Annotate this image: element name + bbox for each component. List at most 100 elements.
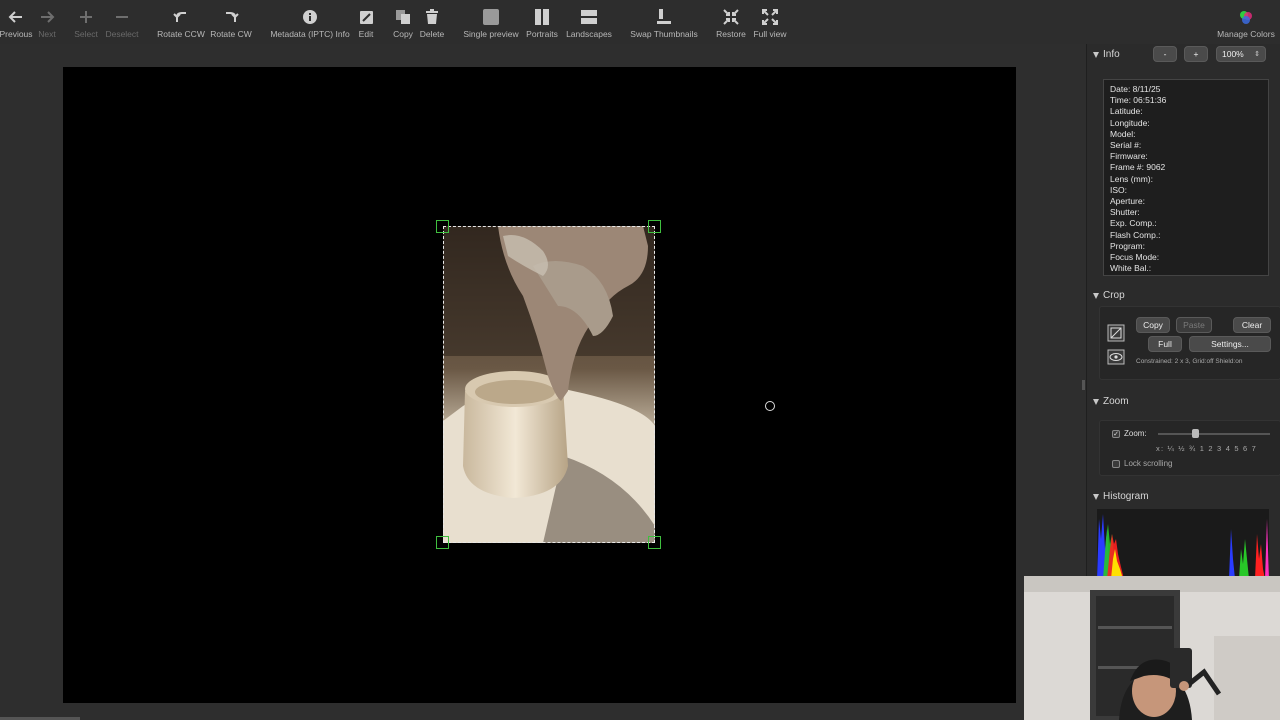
swap-thumbnails-button[interactable]: Swap Thumbnails [628, 6, 700, 42]
crop-handle-bottom-right[interactable] [648, 536, 661, 549]
rotate-cw-icon [226, 12, 239, 22]
copy-label: Copy [393, 29, 413, 39]
copy-button[interactable]: Copy [391, 6, 415, 42]
select-button[interactable]: Select [72, 6, 100, 42]
full-view-label: Full view [753, 29, 787, 39]
zoom-title: Zoom [1103, 396, 1129, 407]
metadata-info-button[interactable]: Metadata (IPTC) Info [268, 6, 352, 42]
arrow-left-icon [8, 11, 22, 23]
crop-section-header[interactable]: Crop [1093, 290, 1125, 301]
landscapes-icon [581, 10, 597, 24]
manage-colors-label: Manage Colors [1217, 29, 1275, 39]
arrow-right-icon [41, 11, 55, 23]
crop-panel: Copy Paste Clear Full Settings... Constr… [1099, 306, 1280, 380]
previous-button[interactable]: Previous [0, 6, 33, 42]
rotate-cw-button[interactable]: Rotate CW [209, 6, 253, 42]
swap-thumbnails-label: Swap Thumbnails [630, 29, 698, 39]
deselect-button[interactable]: Deselect [103, 6, 141, 42]
crop-full-button[interactable]: Full [1148, 336, 1182, 352]
histogram-graph [1097, 509, 1269, 579]
info-line: Focus Mode: [1110, 252, 1160, 263]
crop-frame[interactable] [443, 226, 655, 543]
info-line: Firmware: [1110, 151, 1148, 162]
info-line: Lens (mm): [1110, 173, 1153, 184]
manage-colors-button[interactable]: Manage Colors [1214, 6, 1278, 42]
info-section-header[interactable]: Info [1093, 49, 1120, 60]
eye-icon[interactable] [1107, 349, 1125, 365]
portraits-label: Portraits [526, 29, 558, 39]
zoom-slider-track[interactable] [1158, 433, 1270, 435]
color-wheel-icon [1240, 11, 1252, 24]
delete-button[interactable]: Delete [418, 6, 446, 42]
info-line: Longitude: [1110, 117, 1150, 128]
crop-copy-button[interactable]: Copy [1136, 317, 1170, 333]
crop-paste-button[interactable]: Paste [1176, 317, 1212, 333]
histogram-image [1097, 514, 1269, 579]
portraits-button[interactable]: Portraits [524, 6, 560, 42]
info-line: Latitude: [1110, 106, 1143, 117]
info-line: ISO: [1110, 184, 1128, 195]
crop-toggle-icon[interactable] [1107, 324, 1125, 342]
webcam-overlay [1024, 576, 1280, 720]
info-line: Flash Comp.: [1110, 229, 1161, 240]
single-preview-button[interactable]: Single preview [462, 6, 520, 42]
panel-splitter[interactable] [1082, 380, 1085, 390]
info-line: Frame #: 9062 [1110, 162, 1166, 173]
chevron-updown-icon: ⇕ [1254, 51, 1260, 58]
zoom-scale-labels: x: ¼ ½ ¾ 1 2 3 4 5 6 7 [1156, 444, 1258, 453]
zoom-checkbox[interactable]: ✓ [1112, 430, 1120, 438]
info-line: Serial #: [1110, 140, 1142, 151]
restore-icon [723, 9, 739, 25]
crop-handle-bottom-left[interactable] [436, 536, 449, 549]
zoom-in-button[interactable]: + [1184, 46, 1208, 62]
crop-status-text: Constrained: 2 x 3, Grid:off Shield:on [1136, 358, 1243, 365]
portraits-icon [535, 9, 549, 25]
zoom-label: Zoom: [1124, 429, 1147, 438]
full-view-button[interactable]: Full view [751, 6, 789, 42]
zoom-percent-select[interactable]: 100% ⇕ [1216, 46, 1266, 62]
crop-clear-button[interactable]: Clear [1233, 317, 1271, 333]
disclosure-triangle-icon [1093, 292, 1099, 299]
crop-settings-button[interactable]: Settings... [1189, 336, 1271, 352]
info-line: Shutter: [1110, 207, 1140, 218]
crop-handle-top-left[interactable] [436, 220, 449, 233]
info-icon [303, 10, 317, 24]
histogram-title: Histogram [1103, 491, 1149, 502]
edit-icon [359, 10, 373, 24]
lock-scrolling-checkbox[interactable] [1112, 460, 1120, 468]
next-label: Next [38, 29, 56, 39]
info-line: Program: [1110, 240, 1145, 251]
minus-icon [116, 16, 128, 18]
edit-label: Edit [358, 29, 374, 39]
mouse-cursor-icon [765, 401, 775, 411]
rotate-ccw-icon [173, 12, 186, 22]
landscapes-label: Landscapes [566, 29, 612, 39]
zoom-section-header[interactable]: Zoom [1093, 396, 1129, 407]
crop-handle-top-right[interactable] [648, 220, 661, 233]
deselect-label: Deselect [105, 29, 139, 39]
restore-button[interactable]: Restore [715, 6, 747, 42]
copy-icon [396, 10, 410, 24]
image-canvas[interactable] [63, 67, 1016, 703]
plus-icon [80, 11, 92, 23]
zoom-slider-thumb[interactable] [1192, 429, 1199, 438]
info-line: Exp. Comp.: [1110, 218, 1157, 229]
edit-button[interactable]: Edit [356, 6, 376, 42]
info-line: Time: 06:51:36 [1110, 95, 1167, 106]
next-button[interactable]: Next [34, 6, 60, 42]
info-line: White Bal.: [1110, 263, 1152, 274]
rotate-ccw-button[interactable]: Rotate CCW [156, 6, 206, 42]
zoom-panel: ✓ Zoom: x: ¼ ½ ¾ 1 2 3 4 5 6 7 Lock scro… [1099, 420, 1280, 476]
rotate-cw-label: Rotate CW [210, 29, 252, 39]
zoom-out-button[interactable]: - [1153, 46, 1177, 62]
disclosure-triangle-icon [1093, 493, 1099, 500]
restore-label: Restore [716, 29, 746, 39]
previous-label: Previous [0, 29, 33, 39]
full-view-icon [762, 9, 778, 25]
info-title: Info [1103, 49, 1120, 60]
select-label: Select [74, 29, 98, 39]
exif-info-box[interactable]: Date: 8/11/25 Time: 06:51:36 Latitude: L… [1103, 79, 1269, 276]
rotate-ccw-label: Rotate CCW [157, 29, 205, 39]
landscapes-button[interactable]: Landscapes [564, 6, 614, 42]
histogram-section-header[interactable]: Histogram [1093, 491, 1149, 502]
